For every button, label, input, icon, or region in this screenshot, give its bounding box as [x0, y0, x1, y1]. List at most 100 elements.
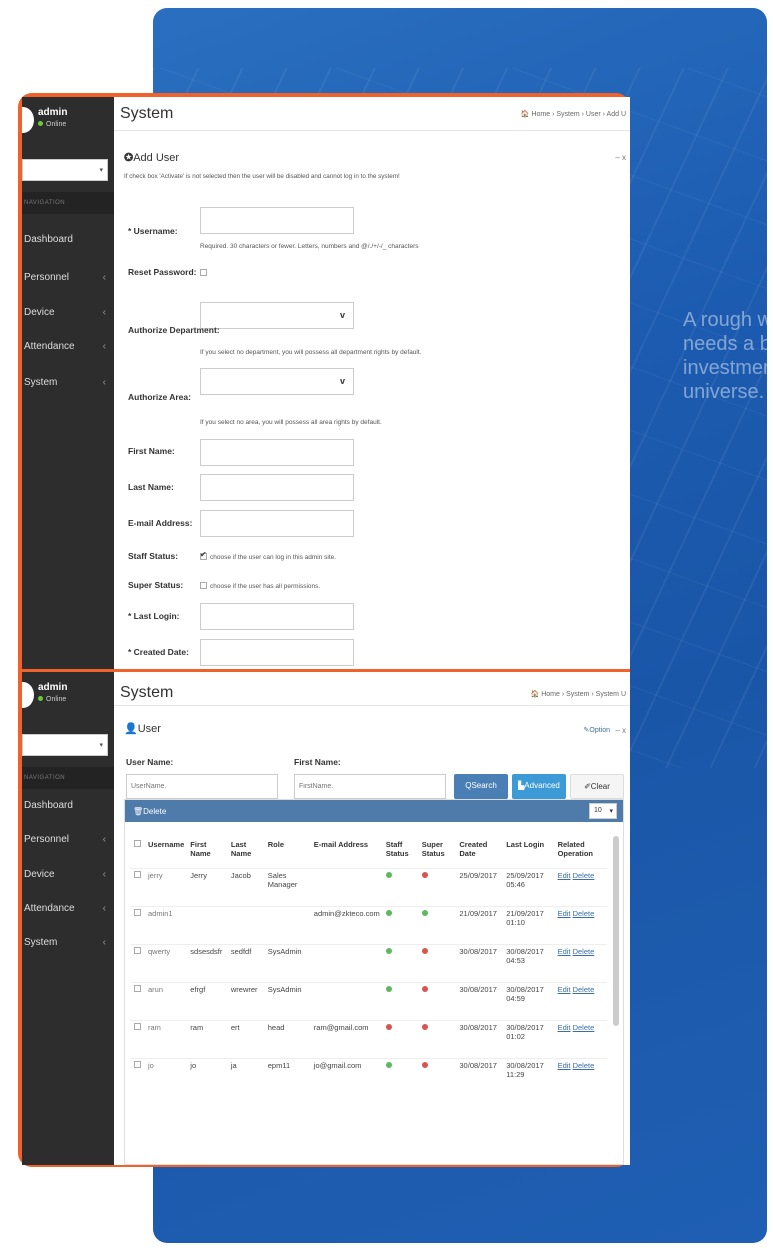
- table-row: ram ram ert head ram@gmail.com 30/08/2017 30/0…: [131, 1019, 607, 1058]
- reset-password-checkbox[interactable]: [200, 269, 207, 276]
- table-row: jerry Jerry Jacob Sales Manager 25/09/2017 25…: [131, 867, 607, 906]
- search-button[interactable]: QSearch: [454, 774, 508, 799]
- user-table-panel: 🗑Delete 10 ▾ Username First Name Last Nam…: [124, 799, 624, 1165]
- delete-button[interactable]: 🗑Delete: [133, 807, 166, 816]
- first-name-cell: Jerry: [190, 870, 207, 880]
- first-name-input[interactable]: [200, 439, 354, 466]
- clear-button[interactable]: ✐Clear: [570, 774, 624, 799]
- online-status: Online: [38, 696, 66, 703]
- super-status-checkbox[interactable]: [200, 582, 207, 589]
- department-hint: If you select no department, you will po…: [200, 349, 422, 356]
- table-row: jo jo ja epm11 jo@gmail.com 30/08/2017 30/08/2…: [131, 1057, 607, 1096]
- section-controls[interactable]: – x: [615, 726, 626, 735]
- column-header[interactable]: Last Login: [503, 838, 554, 868]
- column-header[interactable]: Role: [265, 838, 311, 868]
- column-header[interactable]: Staff Status: [383, 838, 419, 868]
- last-login-cell: 30/08/2017 11:29: [506, 1060, 544, 1079]
- sidebar-item-device[interactable]: Device ‹: [22, 307, 114, 343]
- row-checkbox[interactable]: [134, 870, 141, 878]
- sidebar-item-personnel[interactable]: Personnel ‹: [22, 834, 114, 870]
- advanced-button[interactable]: ▙Advanced: [512, 774, 566, 799]
- delete-link[interactable]: Delete: [573, 1023, 595, 1032]
- sidebar-search-select[interactable]: ▾: [22, 159, 108, 181]
- sidebar-user: admin Online: [22, 97, 114, 153]
- sidebar-item-attendance[interactable]: Attendance ‹: [22, 903, 114, 939]
- delete-link[interactable]: Delete: [573, 1061, 595, 1070]
- created-date-input[interactable]: [200, 639, 354, 666]
- last-name-cell: sedfdf: [230, 946, 252, 956]
- staff-status-checkbox[interactable]: [200, 550, 207, 560]
- column-header[interactable]: Created Date: [456, 838, 503, 868]
- username-label: * Username:: [128, 226, 178, 236]
- option-link[interactable]: ✎Option: [584, 726, 611, 734]
- notice-text: If check box 'Activate' is not selected …: [124, 173, 400, 180]
- area-hint: If you select no area, you will possess …: [200, 419, 382, 426]
- eraser-icon: ✐: [584, 782, 591, 791]
- row-checkbox[interactable]: [134, 908, 141, 916]
- user-name: admin: [38, 682, 68, 693]
- breadcrumb[interactable]: 🏠 Home › System › System U: [531, 690, 626, 698]
- authorize-department-label: Authorize Department:: [128, 325, 220, 335]
- column-header[interactable]: First Name: [187, 838, 228, 868]
- table-scrollbar[interactable]: [613, 836, 619, 1026]
- area-select[interactable]: v: [200, 368, 354, 395]
- email-input[interactable]: [200, 510, 354, 537]
- username-cell: jo: [148, 1060, 154, 1070]
- chevron-left-icon: ‹: [102, 341, 106, 352]
- username-input[interactable]: [200, 207, 354, 234]
- row-checkbox[interactable]: [134, 984, 141, 992]
- row-checkbox[interactable]: [134, 1022, 141, 1030]
- delete-link[interactable]: Delete: [573, 985, 595, 994]
- delete-link[interactable]: Delete: [573, 871, 595, 880]
- breadcrumb[interactable]: 🏠 Home › System › User › Add U: [521, 110, 626, 118]
- row-checkbox[interactable]: [134, 1060, 141, 1068]
- sidebar-item-personnel[interactable]: Personnel ‹: [22, 272, 114, 308]
- row-checkbox[interactable]: [134, 946, 141, 954]
- sidebar-item-system[interactable]: System ‹: [22, 937, 114, 973]
- column-header[interactable]: Username: [145, 838, 187, 868]
- section-controls[interactable]: – x: [615, 153, 626, 162]
- column-header[interactable]: Super Status: [419, 838, 457, 868]
- last-name-cell: wrewrer: [230, 984, 258, 994]
- first-name-filter-input[interactable]: [294, 774, 446, 799]
- edit-link[interactable]: Edit: [558, 985, 571, 994]
- column-header[interactable]: Last Name: [228, 838, 265, 868]
- last-name-cell: Jacob: [230, 870, 251, 880]
- delete-link[interactable]: Delete: [573, 947, 595, 956]
- sidebar-item-attendance[interactable]: Attendance ‹: [22, 341, 114, 377]
- trash-icon: 🗑: [133, 807, 144, 816]
- edit-link[interactable]: Edit: [558, 1023, 571, 1032]
- last-login-input[interactable]: [200, 603, 354, 630]
- user-name-filter-input[interactable]: [126, 774, 278, 799]
- reset-password-label: Reset Password:: [128, 267, 197, 277]
- chevron-left-icon: ‹: [102, 834, 106, 845]
- plus-circle-icon: ✪: [124, 152, 134, 164]
- table-toolbar: 🗑Delete 10 ▾: [125, 800, 623, 822]
- table-row: arun efrgf wrewrer SysAdmin 30/08/2017 30/08/…: [131, 981, 607, 1020]
- sidebar-item-device[interactable]: Device ‹: [22, 869, 114, 905]
- edit-link[interactable]: Edit: [558, 1061, 571, 1070]
- super-status-label: Super Status:: [128, 580, 184, 590]
- first-name-filter-label: First Name:: [294, 757, 341, 767]
- sidebar: admin Online ▾ NAVIGATION Dashboard Pers…: [22, 97, 114, 669]
- sidebar-item-dashboard[interactable]: Dashboard: [22, 234, 114, 270]
- username-cell: ram: [148, 1022, 161, 1032]
- sidebar-item-dashboard[interactable]: Dashboard: [22, 800, 114, 836]
- edit-link[interactable]: Edit: [558, 909, 571, 918]
- user-table: Username First Name Last Name Role E-mai…: [131, 838, 607, 1096]
- chevron-down-icon: ▾: [99, 742, 103, 749]
- last-name-input[interactable]: [200, 474, 354, 501]
- table-row: admin1 admin@zkteco.com 21/09/2017 21/09/20…: [131, 905, 607, 944]
- page-size-select[interactable]: 10 ▾: [589, 803, 617, 819]
- column-header[interactable]: E-mail Address: [311, 838, 383, 868]
- created-date-cell: 25/09/2017: [459, 870, 497, 880]
- delete-link[interactable]: Delete: [573, 909, 595, 918]
- created-date-cell: 30/08/2017: [459, 946, 497, 956]
- sidebar-item-system[interactable]: System ‹: [22, 377, 114, 413]
- edit-link[interactable]: Edit: [558, 947, 571, 956]
- department-select[interactable]: v: [200, 302, 354, 329]
- select-all-checkbox[interactable]: [134, 840, 141, 847]
- sidebar-search-select[interactable]: ▾: [22, 734, 108, 756]
- edit-link[interactable]: Edit: [558, 871, 571, 880]
- role-cell: head: [267, 1022, 285, 1032]
